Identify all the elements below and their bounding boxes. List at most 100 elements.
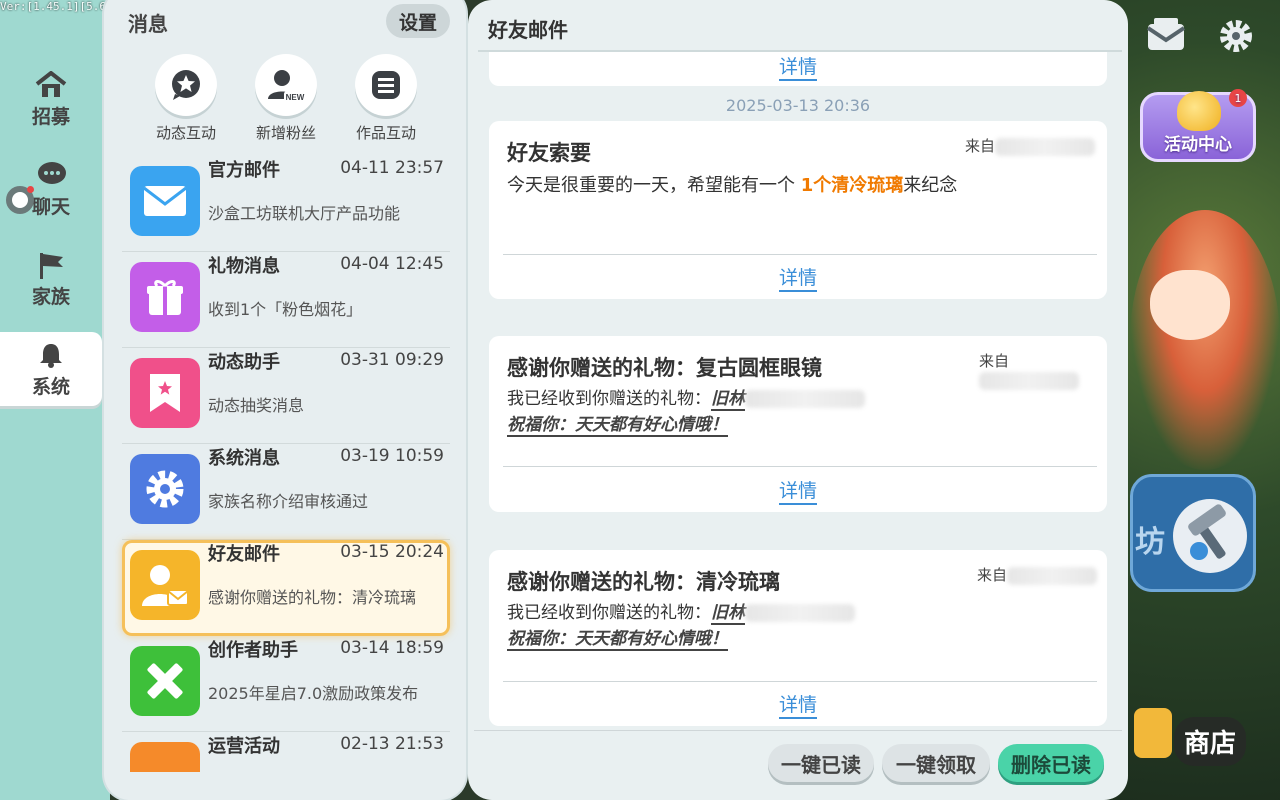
list-item-preview: 收到1个「粉色烟花」	[208, 300, 363, 319]
mail-card-partial: 详情	[489, 52, 1107, 86]
rail-item-family[interactable]: 家族	[0, 242, 102, 316]
mail-card-body: 我已经收到你赠送的礼物：旧林 祝福你：天天都有好心情哦！	[507, 386, 865, 438]
list-item-preview: 2025年星启7.0激励政策发布	[208, 684, 419, 703]
list-item-preview: 动态抽奖消息	[208, 396, 305, 415]
claim-all-button[interactable]: 一键领取	[882, 744, 990, 782]
left-rail: 招募 聊天 家族 系统	[0, 0, 110, 800]
gift-sender-blurred	[745, 390, 865, 408]
from-label: 来自	[977, 566, 1008, 584]
flag-icon	[34, 249, 68, 281]
list-item-date: 04-04 12:45	[340, 254, 444, 274]
new-follower-icon: NEW	[255, 54, 317, 116]
event-center-label: 活动中心	[1164, 135, 1232, 155]
shop-label: 商店	[1173, 716, 1246, 766]
quick-label: 新增粉丝	[255, 124, 316, 142]
list-item-date: 03-14 18:59	[340, 638, 444, 658]
mail-card: 感谢你赠送的礼物：复古圆框眼镜 来自 我已经收到你赠送的礼物：旧林 祝福你：天天…	[489, 336, 1107, 512]
card-divider	[503, 466, 1097, 467]
from-label: 来自	[965, 137, 996, 155]
quick-label: 作品互动	[355, 124, 416, 142]
mail-card-body: 今天是很重要的一天，希望能有一个 1个清冷琉璃来纪念	[507, 175, 958, 196]
list-item-preview: 沙盒工坊联机大厅产品功能	[208, 204, 401, 223]
list-item-title: 系统消息	[208, 448, 280, 469]
detail-link[interactable]: 详情	[489, 690, 1107, 719]
delete-read-button[interactable]: 删除已读	[998, 744, 1104, 782]
mail-card-title: 好友索要	[507, 141, 591, 165]
settings-button[interactable]: 设置	[386, 4, 450, 38]
event-icon	[130, 742, 200, 772]
list-item-title: 礼物消息	[208, 256, 280, 277]
list-item-dynamic-assistant[interactable]: 动态助手 03-31 09:29 动态抽奖消息	[122, 348, 450, 444]
rail-item-label: 招募	[31, 106, 70, 128]
home-icon	[34, 69, 68, 101]
messages-title: 消息	[128, 12, 168, 36]
list-item-date: 02-13 21:53	[340, 734, 444, 754]
list-item-title: 动态助手	[208, 352, 280, 373]
quick-new-followers[interactable]: NEW 新增粉丝	[246, 54, 326, 143]
mark-all-read-button[interactable]: 一键已读	[768, 744, 874, 782]
game-character	[1130, 210, 1280, 470]
hammer-icon	[1173, 499, 1247, 573]
cart-icon	[1134, 708, 1172, 758]
list-item-operations-event[interactable]: 运营活动 02-13 21:53	[122, 732, 450, 772]
rail-item-system[interactable]: 系统	[0, 332, 102, 406]
list-item-preview: 家族名称介绍审核通过	[208, 492, 369, 511]
detail-link[interactable]: 详情	[489, 263, 1107, 292]
card-divider	[503, 681, 1097, 682]
rail-item-label: 家族	[31, 286, 70, 308]
mail-panel-title: 好友邮件	[488, 18, 568, 42]
friend-mail-panel: 好友邮件 详情 2025-03-13 20:36 好友索要 来自 今天是很重要的…	[468, 0, 1128, 800]
messages-panel: 消息 设置 动态互动 NEW 新增粉丝 作品互动 官方邮件 04-11 23:5…	[104, 0, 466, 800]
list-item-title: 官方邮件	[208, 160, 280, 181]
rail-item-label: 系统	[31, 376, 70, 398]
quick-work-interaction[interactable]: 作品互动	[346, 54, 426, 143]
gear-icon[interactable]	[1214, 14, 1258, 58]
list-item-official-mail[interactable]: 官方邮件 04-11 23:57 沙盒工坊联机大厅产品功能	[122, 156, 450, 252]
chat-icon	[34, 159, 68, 191]
list-item-creator-assistant[interactable]: 创作者助手 03-14 18:59 2025年星启7.0激励政策发布	[122, 636, 450, 732]
star-bubble-icon	[155, 54, 217, 116]
mail-card-sender: 来自	[965, 135, 1096, 156]
detail-link[interactable]: 详情	[489, 52, 1107, 81]
list-item-title: 创作者助手	[208, 640, 298, 661]
list-item-date: 03-31 09:29	[340, 350, 444, 370]
list-item-gift-message[interactable]: 礼物消息 04-04 12:45 收到1个「粉色烟花」	[122, 252, 450, 348]
list-item-system-message[interactable]: 系统消息 03-19 10:59 家族名称介绍审核通过	[122, 444, 450, 540]
gift-sender-blurred	[745, 604, 855, 622]
list-item-friend-mail[interactable]: 好友邮件 03-15 20:24 感谢你赠送的礼物：清冷琉璃	[122, 540, 450, 636]
gear-icon	[130, 454, 200, 524]
megaphone-icon	[1177, 91, 1221, 131]
mail-card: 感谢你赠送的礼物：清冷琉璃 来自 我已经收到你赠送的礼物：旧林 祝福你：天天都有…	[489, 550, 1107, 726]
list-item-date: 03-19 10:59	[340, 446, 444, 466]
rail-item-label: 聊天	[31, 196, 70, 218]
rail-item-recruit[interactable]: 招募	[0, 62, 102, 136]
friend-mail-icon	[130, 550, 200, 620]
date-separator: 2025-03-13 20:36	[725, 96, 871, 115]
list-item-date: 03-15 20:24	[340, 542, 444, 562]
pencil-ruler-icon	[130, 646, 200, 716]
new-badge-text: NEW	[286, 93, 305, 102]
quick-dynamic-interaction[interactable]: 动态互动	[146, 54, 226, 143]
build-label: 坊	[1135, 525, 1165, 560]
build-button[interactable]: 坊	[1130, 474, 1256, 592]
sender-name-blurred	[995, 137, 1096, 156]
detail-link[interactable]: 详情	[489, 476, 1107, 505]
envelope-icon	[130, 166, 200, 236]
mail-card-body: 我已经收到你赠送的礼物：旧林 祝福你：天天都有好心情哦！	[507, 600, 855, 652]
card-divider	[503, 254, 1097, 255]
sender-name-blurred	[1007, 566, 1098, 585]
event-center-button[interactable]: 1 活动中心	[1140, 89, 1256, 162]
list-item-title: 好友邮件	[208, 544, 280, 565]
sender-name-blurred	[979, 371, 1079, 390]
quick-label: 动态互动	[155, 124, 216, 142]
mail-card: 好友索要 来自 今天是很重要的一天，希望能有一个 1个清冷琉璃来纪念 详情	[489, 121, 1107, 299]
gift-icon	[130, 262, 200, 332]
notification-ring-icon	[6, 186, 34, 214]
mail-icon[interactable]	[1144, 14, 1188, 58]
mail-card-title: 感谢你赠送的礼物：清冷琉璃	[507, 570, 780, 594]
mail-card-sender: 来自	[979, 350, 1107, 390]
shop-button[interactable]: 商店	[1128, 698, 1246, 784]
list-item-title: 运营活动	[208, 736, 280, 757]
actions-divider	[474, 730, 1122, 731]
bell-icon	[34, 339, 68, 371]
